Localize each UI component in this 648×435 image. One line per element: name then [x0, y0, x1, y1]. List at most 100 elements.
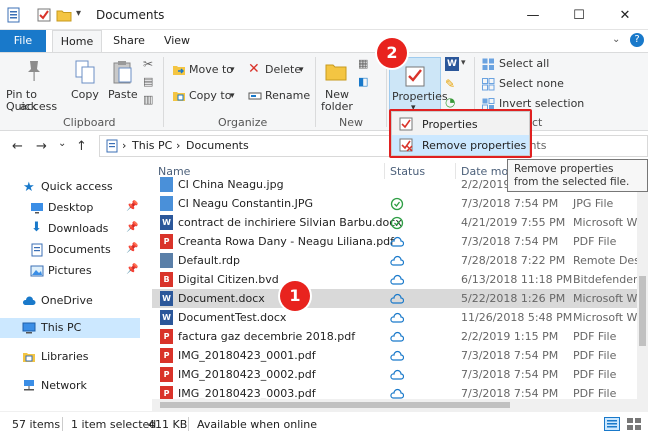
table-row[interactable]: CI Neagu Constantin.JPG 7/3/2018 7:54 PM… [152, 194, 638, 213]
copy-to-button[interactable]: Copy to ▾ [170, 87, 240, 105]
word-file-icon: W [160, 215, 173, 230]
pin-icon [28, 61, 40, 81]
nav-desktop[interactable]: Desktop 📌 [0, 198, 140, 218]
vertical-scroll-thumb[interactable] [639, 276, 646, 346]
easy-access-icon[interactable]: ◧ [358, 75, 368, 88]
table-row[interactable]: P factura gaz decembrie 2018.pdf 2/2/201… [152, 327, 638, 346]
address-bar[interactable]: › This PC › Documents [99, 135, 395, 157]
status-cloud-icon [390, 350, 404, 361]
up-button[interactable]: ↑ [76, 139, 87, 154]
tab-file[interactable]: File [0, 30, 46, 52]
maximize-button[interactable]: ☐ [556, 0, 602, 30]
tab-home[interactable]: Home [52, 30, 102, 52]
details-view-icon[interactable] [604, 417, 620, 431]
edit-icon[interactable]: ✎ [445, 77, 455, 91]
minimize-button[interactable]: — [510, 0, 556, 30]
open-with-word-icon[interactable]: W [445, 57, 459, 71]
word-file-icon: W [160, 291, 173, 306]
select-group-label: ct [532, 116, 543, 129]
file-date: 4/21/2019 7:55 PM [461, 216, 566, 229]
pin-icon[interactable]: 📌 [126, 222, 138, 233]
table-row[interactable]: P IMG_20180423_0002.pdf 7/3/2018 7:54 PM… [152, 365, 638, 384]
move-to-icon [173, 66, 185, 75]
select-all-button[interactable]: Select all [480, 55, 572, 73]
properties-quick-icon[interactable] [36, 7, 52, 23]
nav-label: Pictures [48, 264, 92, 277]
image-file-icon [160, 177, 173, 192]
status-cloud-icon [390, 331, 404, 342]
breadcrumb-this-pc[interactable]: This PC [132, 139, 172, 152]
move-to-button[interactable]: Move to ▾ [170, 61, 240, 79]
table-row[interactable]: P Creanta Rowa Dany - Neagu Liliana.pdf … [152, 232, 638, 251]
nav-libraries[interactable]: Libraries [0, 347, 140, 367]
table-row[interactable]: W contract de inchiriere Silvian Barbu.d… [152, 213, 644, 232]
select-none-button[interactable]: Select none [480, 75, 572, 93]
status-cloud-icon [390, 274, 404, 285]
callout-step-1: 1 [280, 281, 310, 311]
star-icon: ★ [23, 180, 35, 195]
close-icon: ✕ [619, 7, 631, 23]
file-type: PDF File [573, 349, 617, 362]
nav-pictures[interactable]: Pictures 📌 [0, 261, 140, 281]
rename-button[interactable]: Rename [246, 87, 310, 105]
vertical-scrollbar[interactable] [637, 161, 648, 411]
file-name: Document.docx [178, 292, 265, 305]
nav-network[interactable]: Network [0, 376, 140, 396]
table-row[interactable]: W DocumentTest.docx 11/26/2018 5:48 PM M… [152, 308, 644, 327]
new-folder-quick-icon[interactable] [56, 7, 72, 23]
nav-quick-access[interactable]: ★ Quick access [0, 177, 140, 197]
open-dropdown-icon[interactable]: ▾ [461, 58, 466, 68]
pin-icon[interactable]: 📌 [126, 201, 138, 212]
new-item-icon[interactable]: ▦ [358, 57, 368, 70]
paste-shortcut-icon[interactable]: ▥ [143, 93, 153, 106]
copy-button[interactable]: Copy [68, 57, 102, 113]
paste-button[interactable]: Paste [106, 57, 140, 113]
paste-icon [113, 61, 132, 84]
tab-view[interactable]: View [156, 30, 198, 52]
nav-this-pc[interactable]: This PC [0, 318, 140, 338]
nav-label: Desktop [48, 201, 94, 214]
history-icon[interactable]: ◔ [445, 95, 455, 109]
help-icon[interactable]: ? [630, 33, 644, 47]
pin-to-quick-access-button[interactable]: Pin to Quick access [4, 57, 62, 113]
file-name: IMG_20180423_0002.pdf [178, 368, 316, 381]
large-icons-view-icon[interactable] [626, 417, 642, 431]
pin-icon[interactable]: 📌 [126, 264, 138, 275]
horizontal-scrollbar[interactable] [152, 399, 637, 411]
horizontal-scroll-thumb[interactable] [160, 402, 510, 408]
pin-label-line2: access [20, 100, 58, 113]
cut-icon[interactable]: ✂ [143, 57, 153, 71]
table-row[interactable]: W Document.docx 5/22/2018 1:26 PM Micros… [152, 289, 644, 308]
delete-button[interactable]: ✕ Delete ▾ [246, 61, 308, 79]
back-button[interactable]: ← [12, 139, 23, 154]
status-divider [62, 417, 63, 431]
table-row[interactable]: B Digital Citizen.bvd 6/13/2018 11:18 PM… [152, 270, 647, 289]
status-cloud-icon [390, 369, 404, 380]
close-button[interactable]: ✕ [602, 0, 648, 30]
tab-share[interactable]: Share [108, 30, 150, 52]
table-row[interactable]: Default.rdp 7/28/2018 7:22 PM Remote Des… [152, 251, 648, 270]
file-name: IMG_20180423_0001.pdf [178, 349, 316, 362]
forward-button[interactable]: → [36, 139, 47, 154]
quick-access-dropdown-icon[interactable]: ▾ [76, 8, 92, 24]
pin-icon[interactable]: 📌 [126, 243, 138, 254]
select-none-label: Select none [499, 77, 564, 90]
organize-group-label: Organize [218, 116, 268, 129]
file-name: Default.rdp [178, 254, 240, 267]
recent-locations-button[interactable]: ⌄ [58, 138, 66, 149]
nav-onedrive[interactable]: OneDrive [0, 291, 140, 311]
nav-documents[interactable]: Documents 📌 [0, 240, 140, 260]
pictures-icon [30, 265, 44, 277]
callout-step-2: 2 [377, 38, 407, 68]
copy-path-icon[interactable]: ▤ [143, 75, 153, 88]
nav-downloads[interactable]: ⬇ Downloads 📌 [0, 219, 140, 239]
nav-label: Downloads [48, 222, 109, 235]
clipboard-group-label: Clipboard [63, 116, 116, 129]
nav-label: Documents [48, 243, 111, 256]
breadcrumb-documents[interactable]: Documents [186, 139, 249, 152]
table-row[interactable]: P IMG_20180423_0001.pdf 7/3/2018 7:54 PM… [152, 346, 638, 365]
collapse-ribbon-icon[interactable]: ⌄ [612, 34, 620, 45]
properties-label: Properties [392, 90, 448, 103]
new-folder-button[interactable]: New folder [318, 57, 354, 113]
new-group-label: New [339, 116, 363, 129]
